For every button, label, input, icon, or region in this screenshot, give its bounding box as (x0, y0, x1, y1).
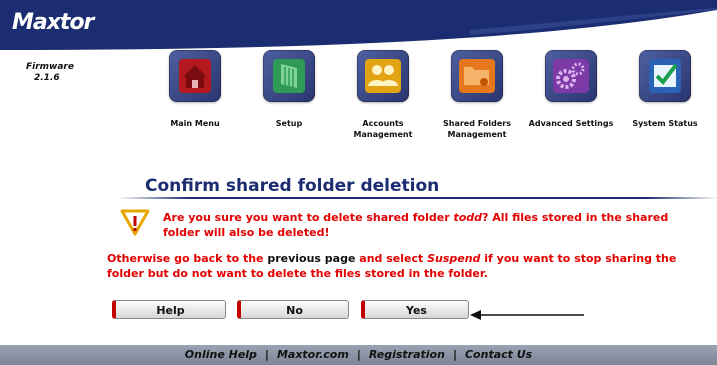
footer-links: Online Help | Maxtor.com | Registration | Cont… (0, 348, 717, 361)
checkmark-icon[interactable] (639, 50, 691, 102)
contact-us-link[interactable]: Contact Us (465, 348, 532, 361)
nav-label-system-status[interactable]: System Status (618, 118, 712, 129)
nav-label-setup[interactable]: Setup (242, 118, 336, 129)
suspend-label: Suspend (427, 252, 481, 265)
nav-accounts-management[interactable]: Accounts Management (336, 50, 430, 140)
online-help-link[interactable]: Online Help (185, 348, 257, 361)
nav-label-accounts[interactable]: Accounts Management (336, 118, 430, 140)
users-icon[interactable] (357, 50, 409, 102)
gears-icon[interactable] (545, 50, 597, 102)
firmware-info: Firmware 2.1.6 (26, 62, 74, 84)
alternative-message: Otherwise go back to the previous page a… (107, 251, 711, 281)
confirm-text-a: Are you sure you want to delete shared f… (163, 211, 454, 224)
page-title: Confirm shared folder deletion (145, 176, 440, 196)
shared-folders-icon[interactable] (451, 50, 503, 102)
maxtor-logo[interactable]: Maxtor (12, 10, 94, 35)
setup-icon[interactable] (263, 50, 315, 102)
nav-advanced-settings[interactable]: Advanced Settings (524, 50, 618, 129)
footer-separator: | (264, 348, 269, 361)
header-bar: Maxtor (0, 0, 717, 50)
firmware-version: 2.1.6 (34, 73, 60, 83)
nav-setup[interactable]: Setup (242, 50, 336, 129)
alt-text-b: and select (355, 252, 428, 265)
footer-separator: | (356, 348, 361, 361)
pointer-arrow (470, 306, 586, 325)
firmware-label: Firmware (26, 62, 74, 72)
home-icon[interactable] (169, 50, 221, 102)
warning-icon (119, 208, 151, 240)
footer-bar: Online Help | Maxtor.com | Registration | Cont… (0, 345, 717, 365)
footer-separator: | (452, 348, 457, 361)
nav-label-shared-folders[interactable]: Shared Folders Management (430, 118, 524, 140)
folder-name: todd (453, 211, 483, 224)
previous-page-link[interactable]: previous page (267, 252, 355, 265)
title-divider (118, 197, 717, 199)
nav-system-status[interactable]: System Status (618, 50, 712, 129)
nav-main-menu[interactable]: Main Menu (148, 50, 242, 129)
nav-shared-folders[interactable]: Shared Folders Management (430, 50, 524, 140)
nav-label-advanced[interactable]: Advanced Settings (524, 118, 618, 129)
help-button[interactable]: Help (112, 300, 226, 319)
delete-confirm-message: Are you sure you want to delete shared f… (163, 210, 708, 240)
registration-link[interactable]: Registration (369, 348, 445, 361)
alt-text-a: Otherwise go back to the (107, 252, 268, 265)
no-button[interactable]: No (237, 300, 349, 319)
yes-button[interactable]: Yes (361, 300, 469, 319)
nav-label-main-menu[interactable]: Main Menu (148, 118, 242, 129)
header-background (0, 0, 717, 50)
main-nav: Main Menu Setup Accounts Management Shar… (148, 50, 717, 160)
maxtor-com-link[interactable]: Maxtor.com (277, 348, 349, 361)
